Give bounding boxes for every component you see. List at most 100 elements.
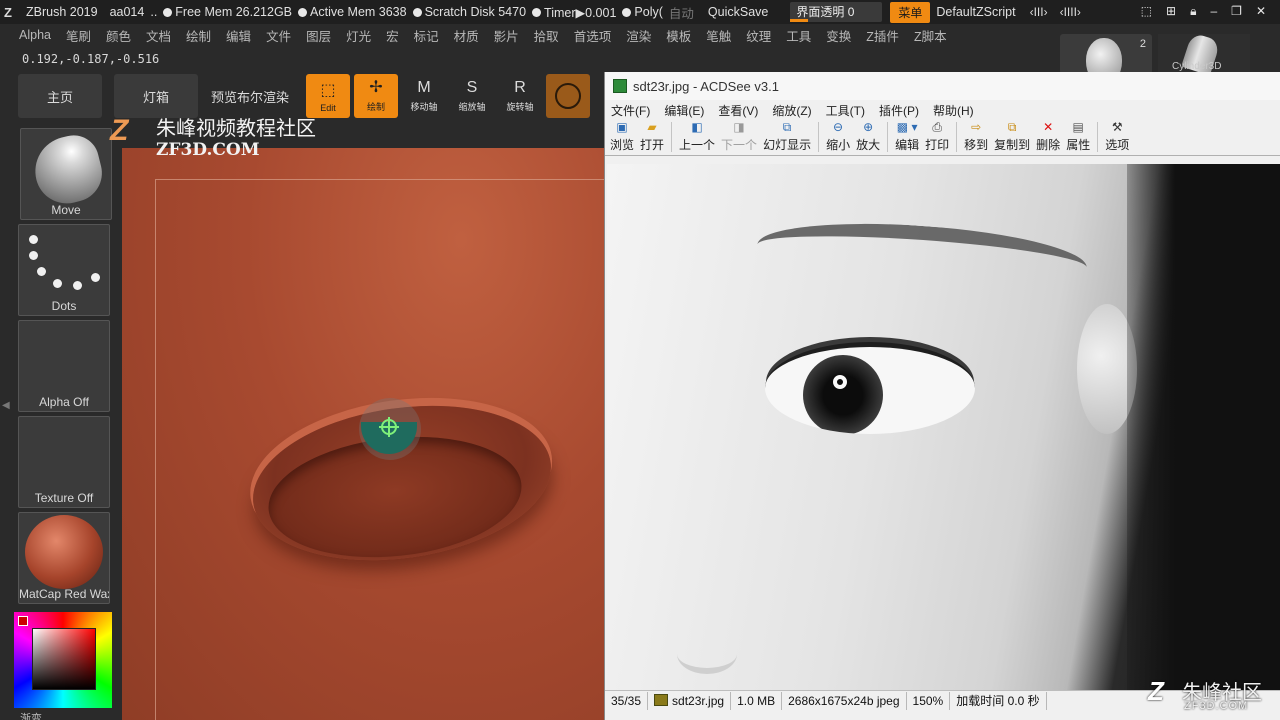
- menu-item[interactable]: 纹理: [746, 26, 771, 45]
- delete-button[interactable]: ✕ 删除: [1033, 119, 1063, 155]
- menu-item[interactable]: 标记: [414, 26, 439, 45]
- zoom-out-button[interactable]: ⊖ 缩小: [823, 119, 853, 155]
- properties-button[interactable]: ▤ 属性: [1063, 119, 1093, 155]
- photo-nose: [677, 634, 737, 674]
- menu-item[interactable]: 拾取: [534, 26, 559, 45]
- file-name-cell: sdt23r.jpg: [648, 691, 732, 710]
- acdsee-menu-item[interactable]: 插件(P): [879, 102, 919, 119]
- restore-icon[interactable]: ❐: [1231, 4, 1242, 24]
- draw-mode-button[interactable]: ✢ 绘制: [354, 74, 398, 118]
- menu-item[interactable]: 文件: [266, 26, 291, 45]
- status-dot-icon: [412, 7, 422, 17]
- menu-item[interactable]: 文档: [146, 26, 171, 45]
- interface-transparency-slider[interactable]: 界面透明 0: [790, 2, 883, 22]
- quicksave-button[interactable]: QuickSave: [708, 5, 768, 19]
- edit-label: 编辑: [895, 138, 920, 152]
- scale-mode-button[interactable]: S 缩放轴: [450, 74, 494, 118]
- head-mesh-icon: [1086, 38, 1122, 74]
- dot-icon: [73, 281, 82, 290]
- texture-selector[interactable]: Texture Off: [18, 416, 110, 508]
- menu-item[interactable]: 材质: [454, 26, 479, 45]
- timer: Timer▶0.001: [544, 5, 617, 20]
- menu-item[interactable]: 颜色: [106, 26, 131, 45]
- rotate-icon: R: [514, 79, 526, 96]
- alpha-selector[interactable]: Alpha Off: [18, 320, 110, 412]
- menu-item[interactable]: 笔触: [706, 26, 731, 45]
- print-button[interactable]: ⎙ 打印: [922, 119, 952, 155]
- slideshow-button[interactable]: ⧉ 幻灯显示: [760, 119, 814, 155]
- toolbar-separator: [1097, 122, 1099, 152]
- menu-item[interactable]: 灯光: [346, 26, 371, 45]
- menu-item[interactable]: 变换: [826, 26, 851, 45]
- jpg-file-icon: [654, 693, 669, 706]
- move-icon: M: [417, 79, 431, 96]
- menu-item[interactable]: 首选项: [574, 26, 612, 45]
- expand-icon[interactable]: ⬚: [1141, 4, 1152, 24]
- subtool-count: 2: [1139, 38, 1146, 50]
- close-icon[interactable]: ✕: [1256, 4, 1266, 24]
- menu-item[interactable]: 宏: [386, 26, 399, 45]
- options-button[interactable]: ⚒ 选项: [1102, 119, 1132, 155]
- color-picker[interactable]: [14, 612, 112, 708]
- status-dot-icon: [532, 7, 542, 17]
- acdsee-menu-item[interactable]: 文件(F): [611, 102, 650, 119]
- menu-item[interactable]: 绘制: [186, 26, 211, 45]
- image-dimensions: 2686x1675x24b jpeg: [782, 691, 907, 710]
- scale-icon: S: [466, 79, 478, 96]
- menu-item[interactable]: 图层: [306, 26, 331, 45]
- acdsee-menu-item[interactable]: 查看(V): [718, 102, 758, 119]
- reference-photo[interactable]: [607, 164, 1280, 690]
- sculpt-canvas[interactable]: [122, 120, 606, 720]
- tool-thumbnail-head[interactable]: 2: [1060, 34, 1152, 74]
- move-mode-button[interactable]: M 移动轴: [402, 74, 446, 118]
- tool-thumbnail-cylinder[interactable]: Cylinder3D: [1158, 34, 1250, 74]
- collapse-tray-arrow-icon[interactable]: ◀: [2, 400, 10, 411]
- material-selector[interactable]: MatCap Red Wax: [18, 512, 110, 604]
- acdsee-menu-item[interactable]: 缩放(Z): [772, 102, 811, 119]
- acdsee-menu-item[interactable]: 帮助(H): [933, 102, 974, 119]
- slideshow-icon: ⧉: [782, 120, 792, 134]
- lock-icon[interactable]: 🔒︎: [1190, 4, 1196, 24]
- minimize-icon[interactable]: –: [1210, 4, 1217, 24]
- stroke-selector[interactable]: Dots: [18, 224, 110, 316]
- brush-selector[interactable]: Move: [20, 128, 112, 220]
- home-page-button[interactable]: 主页: [18, 74, 102, 118]
- acdsee-menu-item[interactable]: 工具(T): [826, 102, 865, 119]
- menu-item[interactable]: 笔刷: [66, 26, 91, 45]
- menu-item[interactable]: 编辑: [226, 26, 251, 45]
- copy-to-label: 复制到: [994, 138, 1031, 152]
- zoom-in-button[interactable]: ⊕ 放大: [853, 119, 883, 155]
- acdsee-menu-item[interactable]: 编辑(E): [664, 102, 704, 119]
- menu-item[interactable]: 工具: [786, 26, 811, 45]
- previous-icon: ◧: [691, 120, 703, 134]
- layout-narrow-icon[interactable]: ‹III›: [1030, 5, 1048, 19]
- menu-item[interactable]: Alpha: [19, 28, 51, 42]
- zoom-out-label: 缩小: [826, 138, 851, 152]
- scratch-disk: Scratch Disk 5470: [424, 5, 527, 19]
- image-index: 35/35: [605, 691, 649, 710]
- next-button[interactable]: ◨ 下一个: [718, 119, 760, 155]
- menu-toggle-button[interactable]: 菜单: [890, 1, 931, 23]
- zbrush-logo-icon: Z: [4, 5, 12, 20]
- menu-item[interactable]: Z插件: [866, 26, 899, 45]
- palette-icon[interactable]: ⊞: [1166, 4, 1176, 24]
- move-to-label: 移到: [964, 138, 989, 152]
- copy-to-button[interactable]: ⧉ 复制到: [991, 119, 1033, 155]
- browse-button[interactable]: ▣ 浏览: [607, 119, 637, 155]
- previous-button[interactable]: ◧ 上一个: [676, 119, 718, 155]
- edit-button[interactable]: ▩ ▾ 编辑: [892, 119, 922, 155]
- menu-item[interactable]: 模板: [666, 26, 691, 45]
- layout-wide-icon[interactable]: ‹IIII›: [1060, 5, 1081, 19]
- menu-item[interactable]: Z脚本: [914, 26, 947, 45]
- move-to-button[interactable]: ⇨ 移到: [961, 119, 991, 155]
- crosshair-icon: [379, 417, 399, 437]
- secondary-color-swatch[interactable]: [18, 616, 28, 626]
- menu-item[interactable]: 影片: [494, 26, 519, 45]
- menu-item[interactable]: 渲染: [626, 26, 651, 45]
- default-zscript-button[interactable]: DefaultZScript: [936, 5, 1015, 19]
- open-button[interactable]: ▰ 打开: [637, 119, 667, 155]
- rotate-mode-button[interactable]: R 旋转轴: [498, 74, 542, 118]
- material-sphere-button[interactable]: [546, 74, 590, 118]
- toolbar-separator: [671, 122, 673, 152]
- color-saturation-square[interactable]: [32, 628, 96, 690]
